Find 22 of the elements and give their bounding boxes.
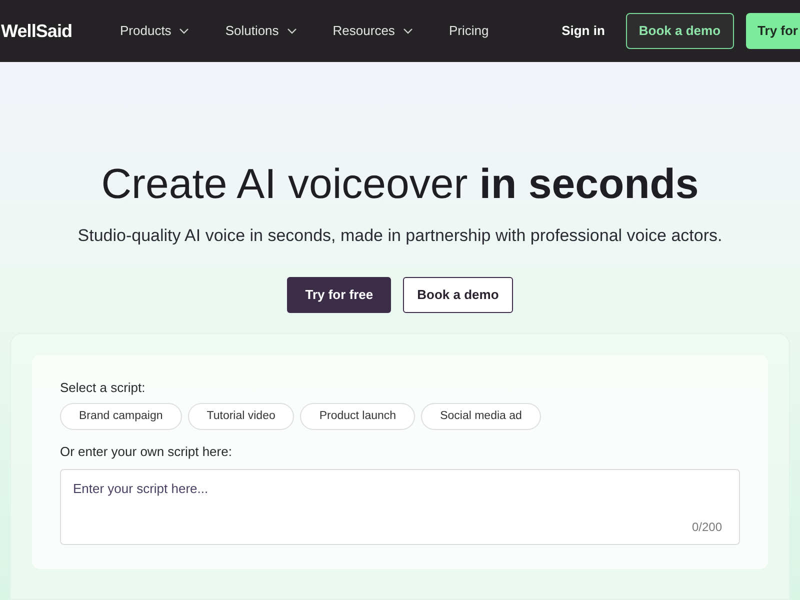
chevron-down-icon bbox=[286, 28, 297, 34]
chevron-down-icon bbox=[402, 28, 413, 34]
chevron-down-icon bbox=[179, 28, 190, 34]
nav-link[interactable]: Solutions bbox=[225, 21, 297, 41]
nav-link[interactable]: Products bbox=[120, 21, 190, 41]
try-free-button[interactable]: Try for free bbox=[287, 276, 392, 312]
try-free-button[interactable]: Try for bbox=[746, 13, 800, 49]
script-chip[interactable]: Product launch bbox=[300, 403, 416, 430]
script-input-label: Or enter your own script here: bbox=[60, 443, 233, 461]
logo[interactable]: WellSaid bbox=[0, 18, 100, 44]
hero-title: Create AI voiceover in seconds bbox=[101, 159, 699, 209]
select-script-label: Select a script: bbox=[60, 378, 146, 397]
book-demo-button[interactable]: Book a demo bbox=[403, 276, 513, 312]
script-chip[interactable]: Social media ad bbox=[421, 403, 541, 430]
hero-subtitle: Studio-quality AI voice in seconds, made in partnership with professional voice actors. bbox=[78, 225, 722, 247]
nav-link[interactable]: Resources bbox=[332, 21, 413, 41]
sign-in-link[interactable]: Sign in bbox=[562, 21, 605, 41]
book-demo-button[interactable]: Book a demo bbox=[626, 13, 734, 49]
nav-link[interactable]: Pricing bbox=[448, 21, 489, 41]
script-chip[interactable]: Tutorial video bbox=[188, 403, 294, 430]
character-counter: 0/200 bbox=[692, 518, 722, 536]
script-chip[interactable]: Brand campaign bbox=[60, 403, 182, 430]
